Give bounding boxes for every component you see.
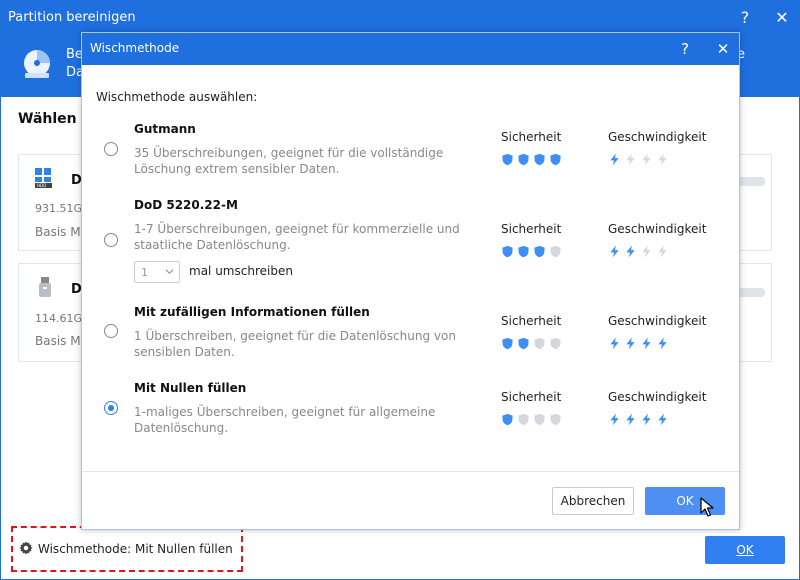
shield-icon	[502, 337, 513, 350]
speed-rating	[608, 413, 669, 426]
svg-text:HDD: HDD	[37, 183, 46, 188]
repeat-count-label: mal umschreiben	[189, 264, 293, 278]
speed-rating	[608, 337, 669, 350]
speed-label: Geschwindigkeit	[608, 130, 707, 144]
lightning-icon	[642, 413, 651, 426]
mouse-cursor-icon	[700, 497, 714, 517]
lightning-icon	[642, 337, 651, 350]
ok-button[interactable]: OK	[705, 536, 785, 564]
radio-button[interactable]	[104, 324, 118, 338]
security-rating	[501, 337, 562, 350]
shield-icon	[518, 153, 529, 166]
shield-icon	[518, 337, 529, 350]
dialog-help-button[interactable]: ?	[674, 38, 696, 60]
radio-button[interactable]	[104, 233, 118, 247]
shield-icon	[502, 413, 513, 426]
shield-icon	[534, 337, 545, 350]
hdd-icon: HDD	[35, 168, 52, 188]
radio-button[interactable]	[104, 401, 118, 415]
option-title: Mit Nullen füllen	[134, 381, 247, 395]
disk-type: Basis M	[35, 225, 81, 239]
security-label: Sicherheit	[501, 130, 562, 144]
option-title: Mit zufälligen Informationen füllen	[134, 305, 370, 319]
lightning-icon	[642, 153, 651, 166]
shield-icon	[534, 413, 545, 426]
security-rating	[501, 245, 562, 258]
cancel-button[interactable]: Abbrechen	[552, 487, 634, 515]
wipe-method-dialog: Wischmethode ? ✕ Wischmethode auswählen:…	[81, 32, 740, 530]
shield-icon	[518, 245, 529, 258]
usb-drive-icon	[39, 277, 51, 297]
option-description: 1-maliges Überschreiben, geeignet für al…	[134, 405, 436, 435]
security-rating	[501, 413, 562, 426]
shield-icon	[550, 337, 561, 350]
disk-usage-bar	[737, 288, 765, 297]
help-button[interactable]: ?	[734, 7, 756, 29]
lightning-icon	[610, 337, 619, 350]
option-description: 1-7 Überschreibungen, geeignet für komme…	[134, 222, 460, 252]
window-titlebar: Partition bereinigen ? ✕	[1, 1, 800, 35]
dialog-title: Wischmethode	[90, 41, 180, 55]
shield-icon	[502, 153, 513, 166]
lightning-icon	[642, 245, 651, 258]
shield-icon	[550, 413, 561, 426]
disk-wipe-icon	[24, 50, 50, 78]
annotation-highlight-box	[11, 526, 243, 572]
close-button[interactable]: ✕	[771, 7, 793, 29]
option-title: Gutmann	[134, 122, 196, 136]
shield-icon	[550, 153, 561, 166]
lightning-icon	[626, 337, 635, 350]
security-label: Sicherheit	[501, 390, 562, 404]
repeat-count-select[interactable]: 1	[134, 261, 180, 283]
radio-button[interactable]	[104, 142, 118, 156]
chevron-down-icon	[165, 269, 174, 275]
lightning-icon	[626, 413, 635, 426]
lightning-icon	[658, 337, 667, 350]
security-rating	[501, 153, 562, 166]
lightning-icon	[610, 413, 619, 426]
repeat-count-value: 1	[141, 266, 148, 279]
speed-rating	[608, 153, 669, 166]
dialog-prompt: Wischmethode auswählen:	[96, 90, 258, 104]
lightning-icon	[626, 245, 635, 258]
shield-icon	[518, 413, 529, 426]
shield-icon	[534, 245, 545, 258]
lightning-icon	[610, 153, 619, 166]
speed-rating	[608, 245, 669, 258]
option-title: DoD 5220.22-M	[134, 198, 238, 212]
lightning-icon	[610, 245, 619, 258]
security-label: Sicherheit	[501, 222, 562, 236]
shield-icon	[550, 245, 561, 258]
speed-label: Geschwindigkeit	[608, 222, 707, 236]
shield-icon	[534, 153, 545, 166]
dialog-titlebar: Wischmethode ? ✕	[82, 33, 739, 65]
disk-type: Basis M	[35, 334, 81, 348]
lightning-icon	[626, 153, 635, 166]
speed-label: Geschwindigkeit	[608, 390, 707, 404]
lightning-icon	[658, 153, 667, 166]
dialog-divider	[82, 471, 739, 472]
security-label: Sicherheit	[501, 314, 562, 328]
option-description: 1 Überschreiben, geeignet für die Datenl…	[134, 329, 456, 359]
shield-icon	[502, 245, 513, 258]
option-description: 35 Überschreibungen, geeignet für die vo…	[134, 146, 444, 176]
dialog-close-button[interactable]: ✕	[712, 38, 734, 60]
window-title: Partition bereinigen	[8, 10, 136, 25]
lightning-icon	[658, 413, 667, 426]
speed-label: Geschwindigkeit	[608, 314, 707, 328]
lightning-icon	[658, 245, 667, 258]
disk-usage-bar	[737, 177, 765, 186]
